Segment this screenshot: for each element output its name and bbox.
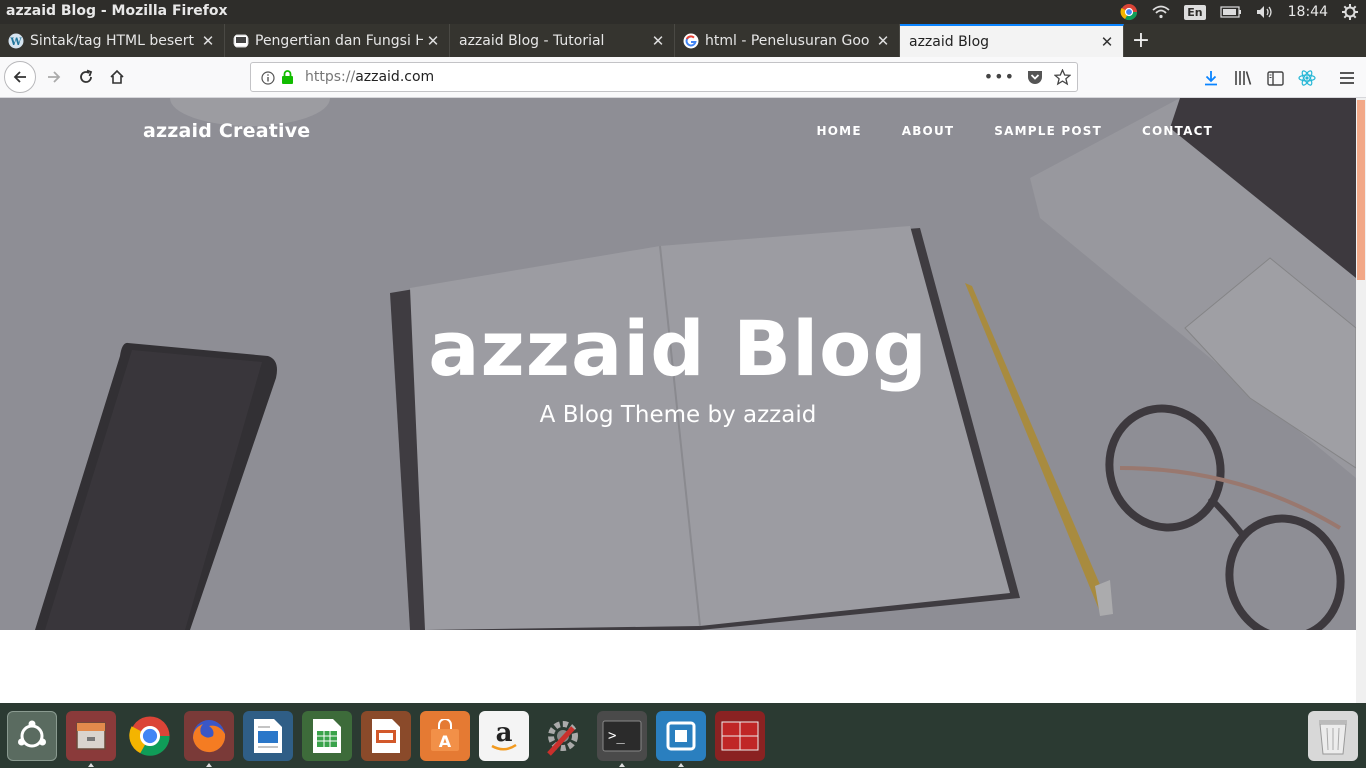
reload-button[interactable]	[72, 63, 100, 91]
secure-lock-icon[interactable]	[281, 70, 294, 85]
tab-label: azzaid Blog - Tutorial	[459, 32, 605, 49]
page-scrollbar[interactable]	[1356, 98, 1366, 703]
system-tray: En 18:44	[1120, 0, 1358, 24]
close-tab-icon[interactable]: ✕	[1097, 33, 1117, 51]
firefox-icon[interactable]	[184, 711, 234, 767]
chrome-tray-icon[interactable]	[1120, 3, 1138, 21]
nav-home[interactable]: HOME	[817, 124, 862, 138]
trash-icon[interactable]	[1308, 711, 1358, 761]
svg-text:A: A	[439, 732, 452, 751]
site-nav: HOME ABOUT SAMPLE POST CONTACT	[817, 124, 1213, 138]
bookmark-star-icon[interactable]	[1054, 69, 1071, 86]
navigation-toolbar: https://azzaid.com •••	[0, 57, 1366, 98]
tab-label: html - Penelusuran Goo	[705, 32, 870, 49]
site-brand[interactable]: azzaid Creative	[143, 120, 310, 142]
close-tab-icon[interactable]: ✕	[198, 32, 218, 50]
software-center-icon[interactable]: A	[420, 711, 470, 761]
hamburger-menu-icon[interactable]	[1337, 67, 1357, 89]
close-tab-icon[interactable]: ✕	[648, 32, 668, 50]
tab-label: Pengertian dan Fungsi H	[255, 32, 423, 49]
amazon-icon[interactable]: a	[479, 711, 529, 761]
new-tab-button[interactable]: +	[1130, 24, 1152, 57]
window-title: azzaid Blog - Mozilla Firefox	[6, 3, 228, 19]
tab-azzaid-blog-active[interactable]: azzaid Blog ✕	[900, 24, 1124, 57]
tab-sintak-tag[interactable]: W Sintak/tag HTML besert ✕	[0, 24, 225, 57]
scrollbar-thumb[interactable]	[1357, 100, 1365, 280]
sidebar-icon[interactable]	[1265, 67, 1285, 89]
impress-icon[interactable]	[361, 711, 411, 761]
keyboard-layout-indicator[interactable]: En	[1184, 4, 1206, 20]
clock[interactable]: 18:44	[1288, 4, 1328, 20]
address-bar[interactable]: https://azzaid.com •••	[250, 62, 1078, 92]
tab-label: azzaid Blog	[909, 33, 990, 50]
running-indicator	[88, 763, 94, 767]
svg-text:W: W	[9, 37, 22, 48]
tab-strip: W Sintak/tag HTML besert ✕ Pengertian da…	[0, 24, 1366, 57]
window-title-bar: azzaid Blog - Mozilla Firefox En 18:44	[0, 0, 1366, 24]
google-icon	[683, 33, 699, 48]
chrome-icon[interactable]	[125, 711, 175, 761]
power-settings-icon[interactable]	[1342, 4, 1358, 20]
files-icon[interactable]	[66, 711, 116, 767]
hero-subtitle: A Blog Theme by azzaid	[539, 402, 817, 428]
writer-icon[interactable]	[243, 711, 293, 761]
close-tab-icon[interactable]: ✕	[873, 32, 893, 50]
tab-google-search[interactable]: html - Penelusuran Goo ✕	[675, 24, 900, 57]
url-text[interactable]: https://azzaid.com	[305, 69, 434, 85]
calc-icon[interactable]	[302, 711, 352, 761]
tab-label: Sintak/tag HTML besert	[30, 32, 195, 49]
info-icon[interactable]	[261, 71, 275, 85]
remote-desktop-icon[interactable]	[715, 711, 765, 761]
tab-azzaid-tutorial[interactable]: azzaid Blog - Tutorial ✕	[450, 24, 675, 57]
downloads-icon[interactable]	[1201, 67, 1221, 89]
hero-title: azzaid Blog	[428, 304, 928, 393]
svg-text:a: a	[496, 718, 513, 748]
running-indicator	[678, 763, 684, 767]
forward-button[interactable]	[40, 63, 68, 91]
wifi-icon[interactable]	[1152, 5, 1170, 19]
running-indicator	[206, 763, 212, 767]
web-page: azzaid Creative HOME ABOUT SAMPLE POST C…	[0, 98, 1356, 703]
library-icon[interactable]	[1233, 67, 1253, 89]
nav-about[interactable]: ABOUT	[902, 124, 955, 138]
url-scheme: https://	[305, 69, 356, 85]
battery-icon[interactable]	[1220, 6, 1242, 18]
volume-icon[interactable]	[1256, 5, 1274, 19]
back-button[interactable]	[4, 61, 36, 93]
launcher-dock: A a >_	[0, 703, 1366, 768]
ubuntu-icon[interactable]	[7, 711, 57, 761]
vmware-icon[interactable]	[656, 711, 706, 767]
svg-text:>_: >_	[608, 728, 625, 744]
tab-pengertian[interactable]: Pengertian dan Fungsi H ✕	[225, 24, 450, 57]
close-tab-icon[interactable]: ✕	[423, 32, 443, 50]
pocket-icon[interactable]	[1027, 70, 1043, 85]
page-actions-icon[interactable]: •••	[984, 67, 1015, 86]
url-host: azzaid.com	[355, 69, 435, 85]
home-button[interactable]	[103, 63, 131, 91]
nav-sample-post[interactable]: SAMPLE POST	[994, 124, 1102, 138]
nav-contact[interactable]: CONTACT	[1142, 124, 1213, 138]
system-settings-icon[interactable]	[538, 711, 588, 761]
terminal-icon[interactable]: >_	[597, 711, 647, 767]
running-indicator	[619, 763, 625, 767]
page-icon	[233, 34, 249, 47]
wordpress-icon: W	[8, 33, 24, 48]
hero-header: azzaid Creative HOME ABOUT SAMPLE POST C…	[0, 98, 1356, 630]
extension-react-icon[interactable]	[1297, 67, 1317, 89]
